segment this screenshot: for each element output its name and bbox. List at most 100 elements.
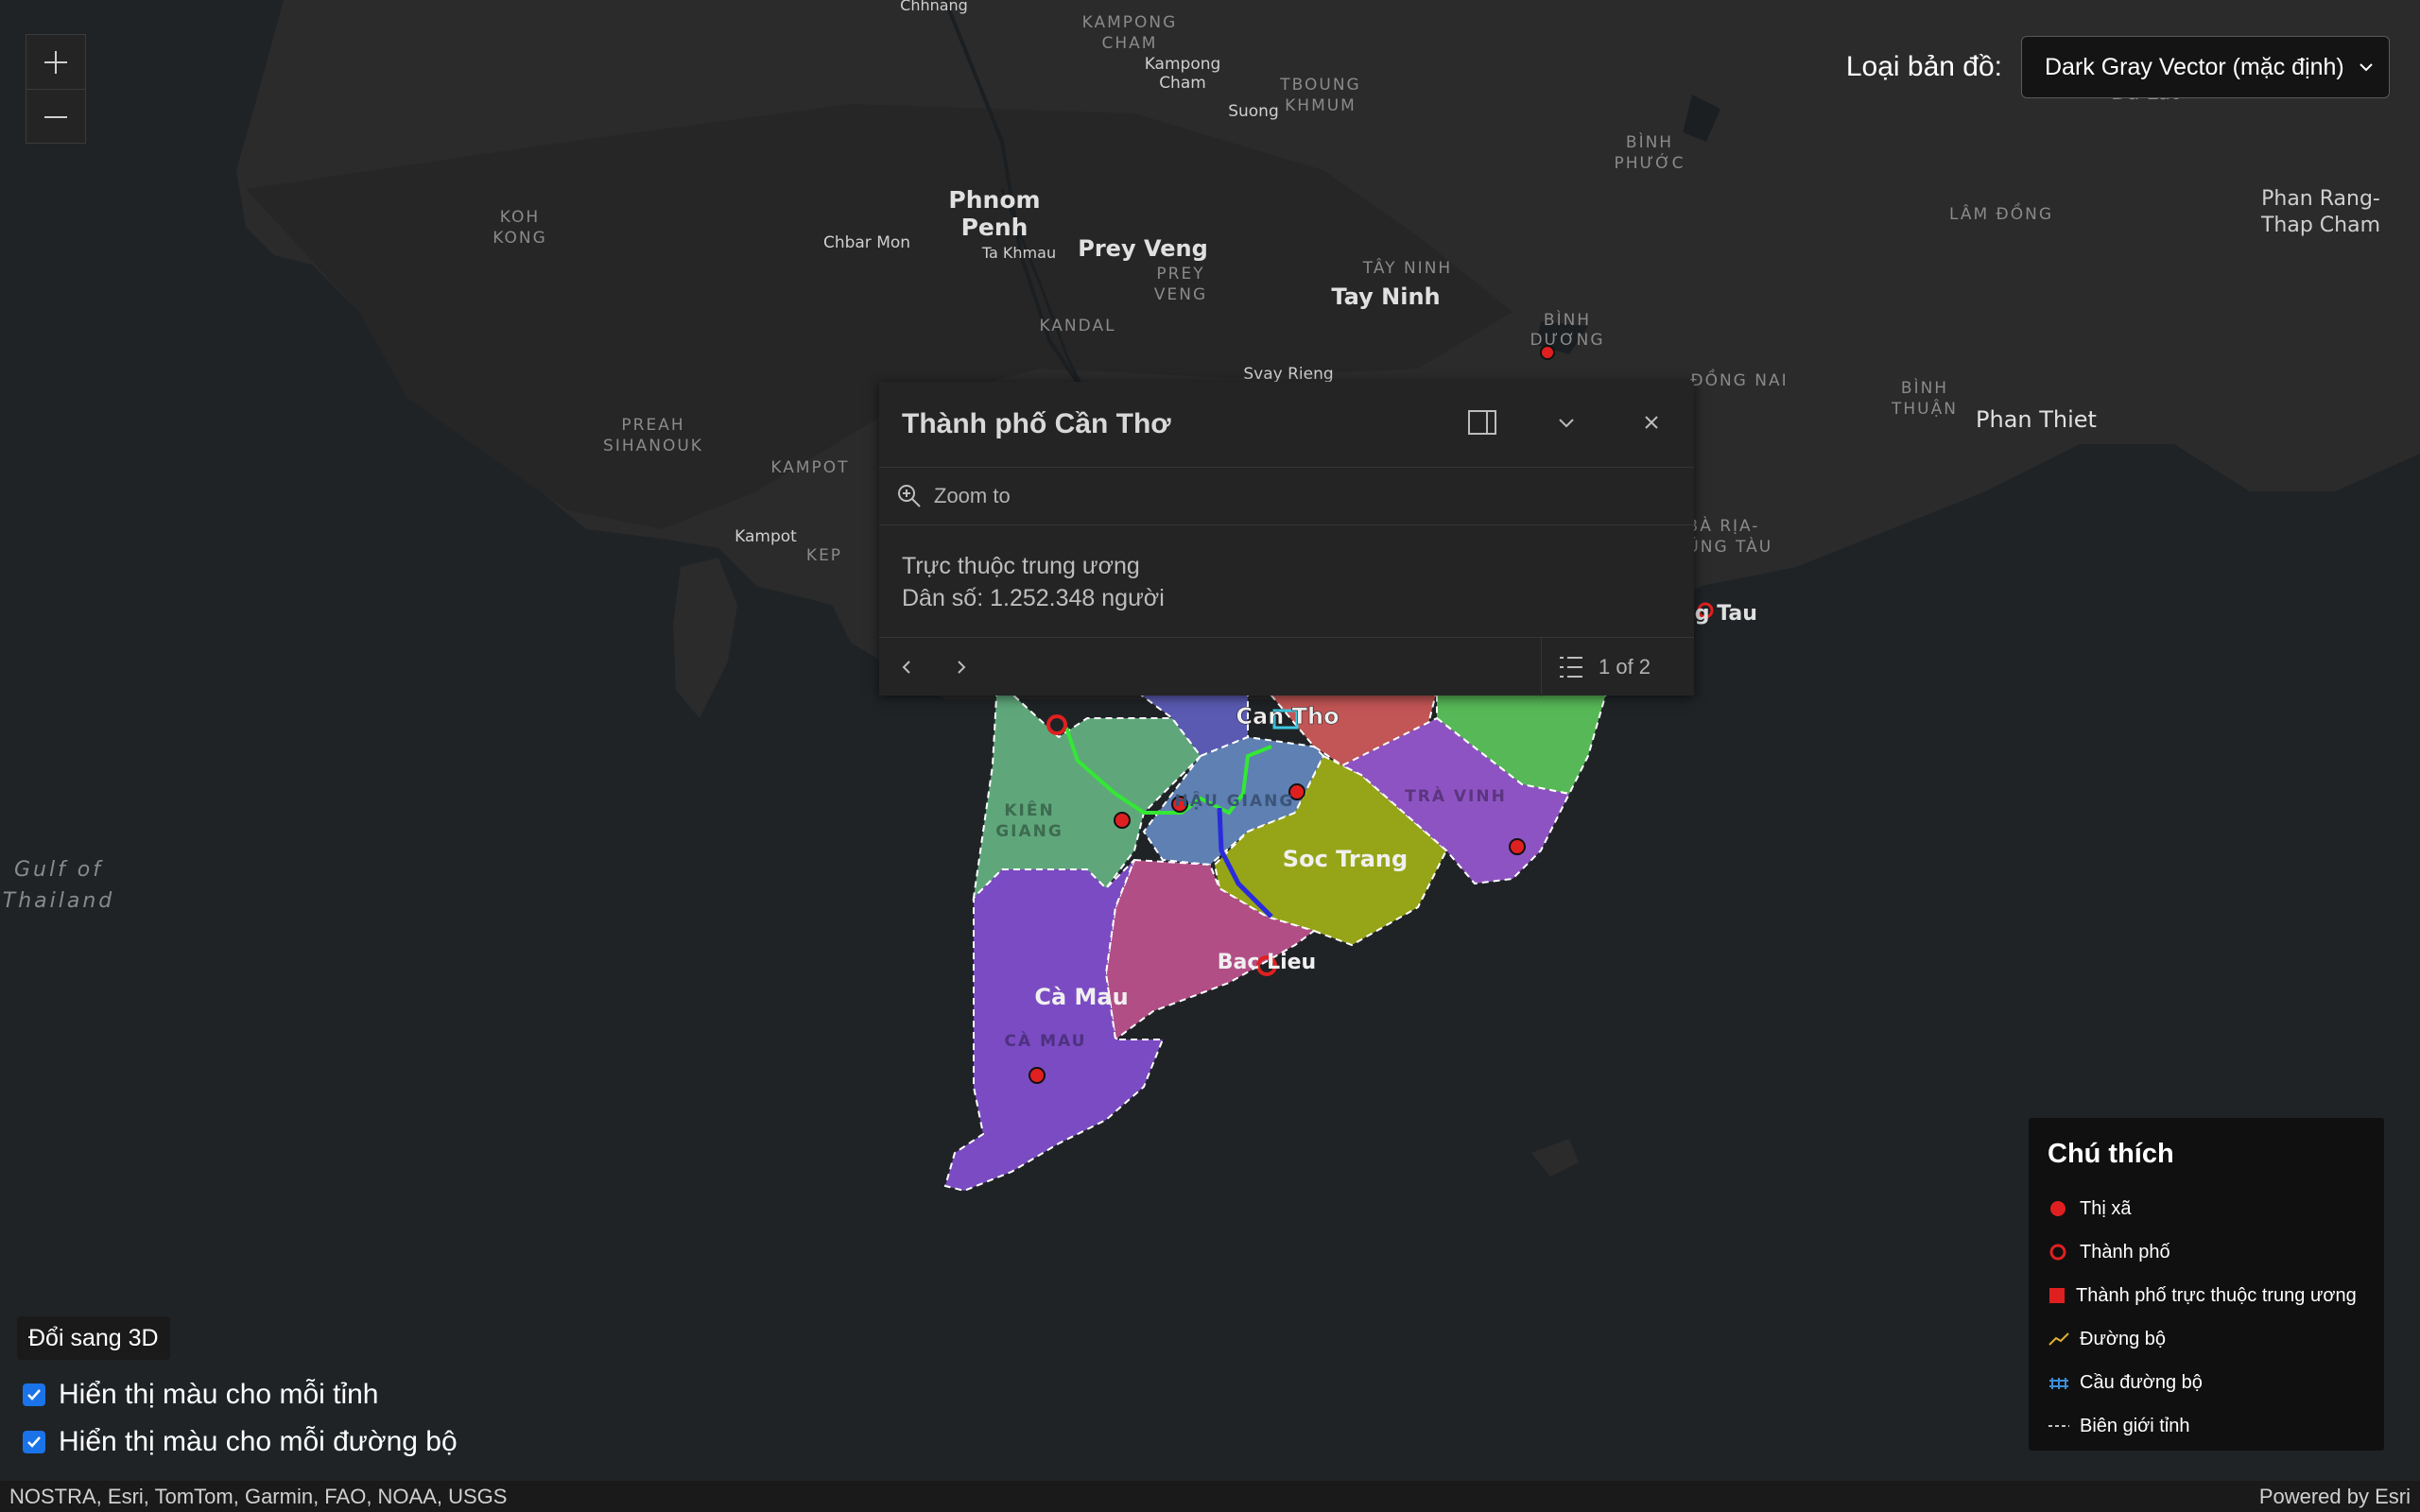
legend-item-city: Thành phố <box>2048 1230 2384 1274</box>
legend-label: Cầu đường bộ <box>2080 1371 2203 1393</box>
town-marker-icon <box>2050 1201 2066 1216</box>
checkmark-icon <box>27 1436 41 1448</box>
city-marker-icon <box>2049 1244 2066 1261</box>
zoom-to-action[interactable]: Zoom to <box>879 468 1694 525</box>
label-binh-thuan: THUẬN <box>1891 398 1958 419</box>
label-prey-veng-province: VENG <box>1154 285 1207 304</box>
popup-footer: 1 of 2 <box>879 637 1694 696</box>
label-tra-vinh: TRÀ VINH <box>1405 785 1507 806</box>
basemap-select[interactable]: Dark Gray Vector (mặc định) <box>2021 36 2390 98</box>
label-phnom-penh: Phnom <box>948 186 1040 214</box>
town-marker[interactable] <box>1114 812 1131 829</box>
zoom-out-button[interactable] <box>26 89 85 144</box>
legend-item-central-city: Thành phố trực thuộc trung ương <box>2048 1274 2384 1317</box>
label-tay-ninh: Tay Ninh <box>1331 284 1440 310</box>
label-tboung-khmum: KHMUM <box>1285 96 1357 115</box>
popup-header: Thành phố Cần Thơ <box>879 382 1694 468</box>
chevron-left-icon <box>902 661 910 674</box>
attribution-bar: NOSTRA, Esri, TomTom, Garmin, FAO, NOAA,… <box>0 1481 2420 1512</box>
next-feature-button[interactable] <box>934 638 989 696</box>
close-button[interactable] <box>1637 408 1666 441</box>
pager-label: 1 of 2 <box>1599 655 1651 679</box>
toggle-3d-button[interactable]: Đổi sang 3D <box>17 1316 170 1360</box>
feature-pager[interactable]: 1 of 2 <box>1541 638 1694 696</box>
label-gulf-of-thailand: Gulf of <box>14 858 103 882</box>
checkmark-icon <box>27 1389 41 1400</box>
road-line-icon <box>2048 1332 2069 1346</box>
bridge-icon <box>2049 1378 2068 1389</box>
label-kampot: Kampot <box>735 527 797 546</box>
popup-line-2: Dân số: 1.252.348 người <box>902 585 1165 611</box>
label-svay-rieng: Svay Rieng <box>1243 365 1333 384</box>
feature-popup: Thành phố Cần Thơ Zoom to Trực thuộc tru… <box>879 382 1694 696</box>
town-marker[interactable] <box>1028 1067 1046 1084</box>
minus-icon <box>44 115 67 118</box>
province-color-option[interactable]: Hiển thị màu cho mỗi tỉnh <box>23 1379 379 1411</box>
attribution-sources: NOSTRA, Esri, TomTom, Garmin, FAO, NOAA,… <box>9 1484 508 1508</box>
popup-line-1: Trực thuộc trung ương <box>902 553 1140 579</box>
label-ca-mau-city: Cà Mau <box>1034 984 1128 1010</box>
label-phnom-penh: Penh <box>961 214 1028 241</box>
legend-panel: Chú thích Thị xã Thành phố Thành phố trự… <box>2029 1118 2384 1451</box>
label-bac-lieu: Bac Lieu <box>1218 951 1316 974</box>
collapse-button[interactable] <box>1552 408 1581 441</box>
label-kandal: KANDAL <box>1039 317 1115 335</box>
label-ba-ria-vung-tau: BÀ RỊA- <box>1687 515 1760 536</box>
label-binh-thuan: BÌNH <box>1901 377 1948 398</box>
close-icon <box>1645 416 1658 429</box>
zoom-controls <box>26 34 86 144</box>
basemap-selected-value: Dark Gray Vector (mặc định) <box>2045 53 2344 80</box>
basemap-switcher: Loại bản đồ: Dark Gray Vector (mặc định) <box>1846 36 2390 98</box>
zoom-to-label: Zoom to <box>934 484 1011 507</box>
label-chbar-mon: Chbar Mon <box>823 233 910 252</box>
label-gulf-of-thailand: Thailand <box>3 889 114 913</box>
dashed-line-icon <box>2048 1425 2069 1427</box>
chevron-down-icon <box>1559 419 1574 428</box>
legend-title: Chú thích <box>2048 1139 2174 1169</box>
label-phan-rang: Thap Cham <box>2260 214 2380 237</box>
label-can-tho: Can Tho <box>1236 703 1339 730</box>
zoom-in-button[interactable] <box>26 35 85 89</box>
previous-feature-button[interactable] <box>879 638 934 696</box>
powered-by-esri[interactable]: Powered by Esri <box>2259 1485 2411 1509</box>
label-kep: KEP <box>806 546 842 565</box>
label-prey-veng: Prey Veng <box>1078 235 1208 262</box>
chevron-right-icon <box>958 661 966 674</box>
square-marker-icon <box>2049 1288 2065 1303</box>
label-preah-sihanouk: PREAH <box>621 416 684 435</box>
label-kien-giang: GIANG <box>995 822 1063 841</box>
dock-icon <box>1468 410 1496 435</box>
legend-label: Biên giới tỉnh <box>2080 1415 2190 1436</box>
label-dong-nai: ĐỒNG NAI <box>1690 368 1788 390</box>
popup-content: Trực thuộc trung ương Dân số: 1.252.348 … <box>879 525 1694 637</box>
legend-label: Thành phố trực thuộc trung ương <box>2076 1284 2357 1306</box>
label-kien-giang: KIÊN <box>1004 799 1054 820</box>
label-tboung-khmum: TBOUNG <box>1279 76 1360 94</box>
basemap-label: Loại bản đồ: <box>1845 51 2002 82</box>
label-soc-trang: Soc Trang <box>1283 846 1408 872</box>
label-ta-khmau: Ta Khmau <box>981 244 1056 262</box>
label-koh-kong: KONG <box>493 229 547 248</box>
label-phan-thiet: Phan Thiet <box>1976 406 2097 433</box>
label-binh-phuoc: BÌNH <box>1626 131 1673 152</box>
road-color-checkbox[interactable] <box>23 1431 45 1453</box>
label-kampong-cham: Cham <box>1159 74 1206 93</box>
label-kampot-province: KAMPOT <box>770 458 849 477</box>
label-binh-phuoc: PHƯỚC <box>1614 152 1685 173</box>
road-color-label: Hiển thị màu cho mỗi đường bộ <box>59 1426 458 1457</box>
province-color-label: Hiển thị màu cho mỗi tỉnh <box>59 1379 379 1410</box>
label-preah-sihanouk: SIHANOUK <box>603 437 703 455</box>
label-kampong-cham: Kampong <box>1145 55 1221 74</box>
road-color-option[interactable]: Hiển thị màu cho mỗi đường bộ <box>23 1426 458 1458</box>
province-color-checkbox[interactable] <box>23 1383 45 1406</box>
legend-item-border: Biên giới tỉnh <box>2048 1404 2384 1448</box>
plus-icon <box>44 50 67 74</box>
label-suong: Suong <box>1228 102 1279 121</box>
legend-item-town: Thị xã <box>2048 1187 2384 1230</box>
dock-button[interactable] <box>1467 408 1497 441</box>
legend-label: Thị xã <box>2080 1197 2132 1219</box>
label-phan-rang: Phan Rang- <box>2261 187 2380 211</box>
label-chhnang: Chhnang <box>900 0 968 14</box>
town-marker[interactable] <box>1509 838 1526 855</box>
label-ca-mau-province: CÀ MAU <box>1005 1030 1087 1051</box>
